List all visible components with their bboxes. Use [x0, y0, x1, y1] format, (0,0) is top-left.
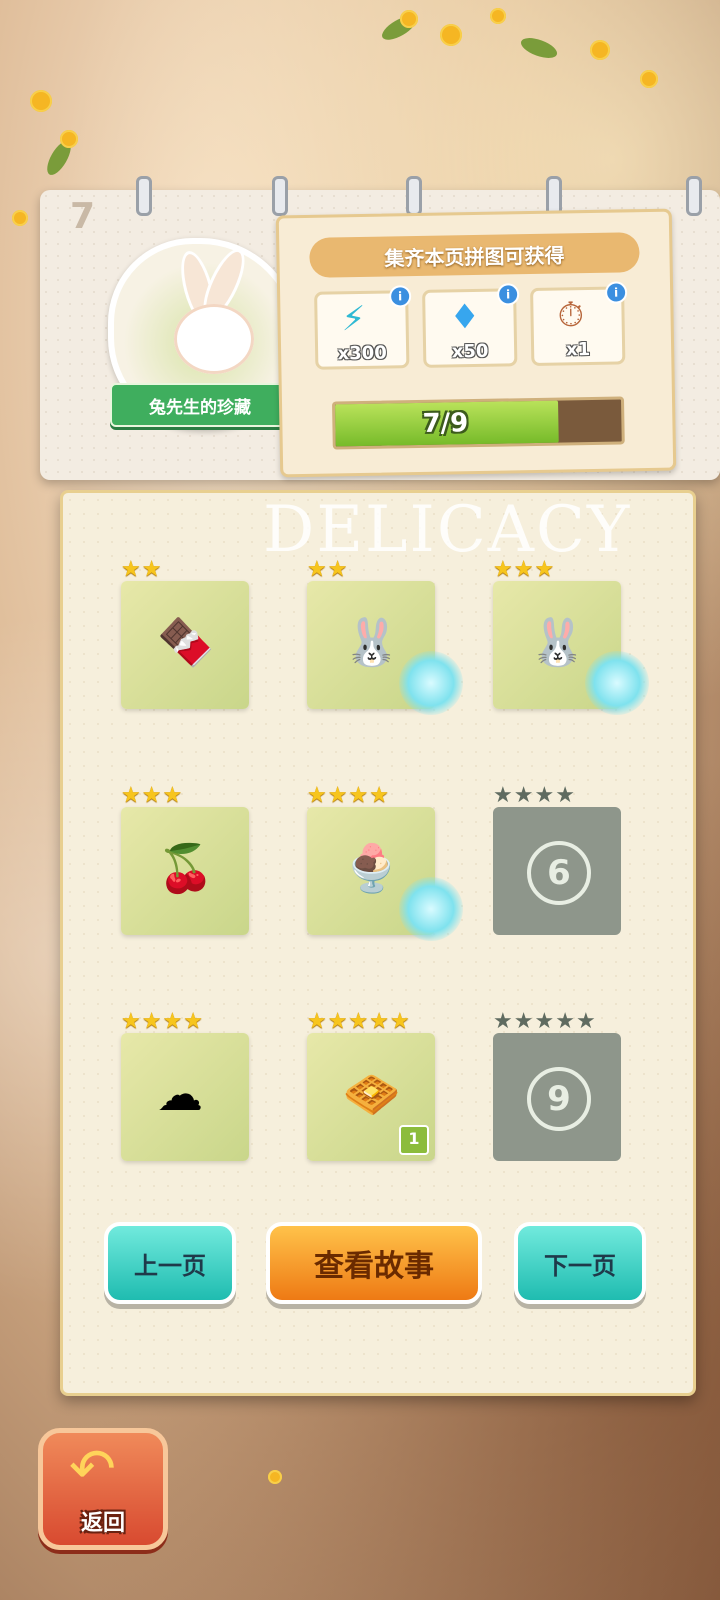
collection-title: 兔先生的珍藏: [110, 383, 290, 427]
reward-list: ⚡ i x300 ♦ i x50 ⏱ i x1: [314, 281, 628, 370]
next-page-button[interactable]: 下一页: [514, 1222, 646, 1304]
star-icon: ★: [141, 783, 162, 808]
diamond-icon: ♦: [449, 296, 481, 338]
star-rating: ★ ★ ★ ★ ★: [493, 1011, 596, 1033]
star-icon: ★: [555, 783, 575, 808]
star-icon: ★: [141, 1009, 162, 1034]
energy-bolt-icon: ⚡: [341, 298, 366, 340]
puzzle-grid: ★ ★ 🍫 ★ ★ 🐰 ★ ★ ★ 🐰 ★ ★ ★ 🍒 ★ ★ ★ ★ 🍨 ★ ★ ★ ★ 6 ★ ★ ★ ★ ☁ ★ ★ ★ ★ ★ 🧇 1 ★ ★ ★ ★…: [121, 557, 649, 1177]
star-icon: ★: [534, 557, 555, 582]
puzzle-piece[interactable]: ★ ★ ★ ★ ☁: [121, 1011, 249, 1161]
star-icon: ★: [369, 783, 389, 808]
puzzle-piece[interactable]: ★ ★ ★ ★ ★ 9: [493, 1011, 621, 1161]
star-icon: ★: [555, 1009, 575, 1034]
star-rating: ★ ★ ★ ★: [493, 785, 575, 807]
star-icon: ★: [162, 1009, 183, 1034]
reward-diamond[interactable]: ♦ i x50: [422, 283, 520, 368]
star-icon: ★: [121, 557, 141, 582]
collection-header-card: 7 兔先生的珍藏 集齐本页拼图可获得 ⚡ i x300 ♦ i x50 ⏱ i: [40, 176, 720, 480]
star-icon: ★: [534, 783, 555, 808]
collection-badge: 兔先生的珍藏: [98, 238, 300, 438]
star-icon: ★: [493, 557, 513, 582]
star-icon: ★: [327, 557, 348, 582]
progress-text: 7/9: [422, 408, 469, 439]
star-rating: ★ ★: [307, 559, 347, 581]
piece-artwork: 🍫: [157, 615, 215, 669]
page-watermark: DELICACY: [263, 493, 632, 567]
bunny-icon: [174, 304, 254, 374]
info-icon[interactable]: i: [388, 285, 412, 308]
puzzle-piece[interactable]: ★ ★ ★ ★ 6: [493, 785, 621, 935]
view-story-button[interactable]: 查看故事: [266, 1222, 482, 1304]
star-rating: ★ ★ ★: [493, 559, 554, 581]
star-icon: ★: [534, 1009, 555, 1034]
star-icon: ★: [121, 1009, 141, 1034]
star-icon: ★: [327, 1009, 348, 1034]
puzzle-piece[interactable]: ★ ★ ★ ★ ★ 🧇 1: [307, 1011, 435, 1161]
reward-panel: 集齐本页拼图可获得 ⚡ i x300 ♦ i x50 ⏱ i x1 7/9: [275, 208, 677, 478]
piece-artwork: 🧇: [343, 1067, 401, 1121]
back-button[interactable]: ↶ 返回: [38, 1428, 168, 1550]
info-icon[interactable]: i: [604, 281, 628, 304]
star-icon: ★: [575, 1009, 596, 1034]
collection-progress-bar: 7/9: [331, 396, 625, 450]
locked-piece-number: 9: [527, 1067, 591, 1131]
puzzle-piece[interactable]: ★ ★ ★ ★ 🍨: [307, 785, 463, 941]
piece-artwork: 🐰: [343, 615, 401, 669]
puzzle-piece[interactable]: ★ ★ 🐰: [307, 559, 463, 715]
star-icon: ★: [307, 1009, 327, 1034]
star-rating: ★ ★ ★ ★: [307, 785, 389, 807]
reward-energy[interactable]: ⚡ i x300: [314, 285, 412, 370]
reward-quantity: x300: [337, 342, 387, 365]
star-icon: ★: [493, 783, 513, 808]
star-icon: ★: [348, 1009, 369, 1034]
piece-artwork: 🍨: [343, 841, 401, 895]
stopwatch-icon: ⏱: [557, 295, 585, 336]
info-icon[interactable]: i: [496, 283, 520, 306]
reward-quantity: x1: [565, 339, 591, 361]
reward-stopwatch[interactable]: ⏱ i x1: [530, 281, 628, 367]
piece-artwork: ☁: [157, 1067, 203, 1121]
star-icon: ★: [121, 783, 141, 808]
star-icon: ★: [493, 1009, 513, 1034]
star-icon: ★: [141, 557, 162, 582]
star-icon: ★: [513, 557, 534, 582]
star-icon: ★: [348, 783, 369, 808]
star-rating: ★ ★ ★ ★ ★: [307, 1011, 410, 1033]
star-icon: ★: [162, 783, 183, 808]
star-icon: ★: [307, 783, 327, 808]
star-rating: ★ ★ ★: [121, 785, 182, 807]
star-rating: ★ ★: [121, 559, 161, 581]
piece-artwork: 🍒: [157, 841, 215, 895]
reward-title: 集齐本页拼图可获得: [309, 232, 640, 278]
paw-glow-icon: [399, 651, 463, 715]
puzzle-piece[interactable]: ★ ★ 🍫: [121, 559, 249, 709]
star-icon: ★: [307, 557, 327, 582]
reward-quantity: x50: [451, 340, 489, 363]
page-number: 7: [70, 196, 96, 237]
back-arrow-icon: ↶: [69, 1437, 116, 1502]
star-icon: ★: [183, 1009, 203, 1034]
star-icon: ★: [389, 1009, 410, 1034]
prev-page-button[interactable]: 上一页: [104, 1222, 236, 1304]
star-rating: ★ ★ ★ ★: [121, 1011, 203, 1033]
piece-count-badge: 1: [399, 1125, 429, 1155]
paw-glow-icon: [585, 651, 649, 715]
star-icon: ★: [369, 1009, 389, 1034]
puzzle-piece[interactable]: ★ ★ ★ 🐰: [493, 559, 649, 715]
star-icon: ★: [513, 1009, 534, 1034]
paw-glow-icon: [399, 877, 463, 941]
star-icon: ★: [513, 783, 534, 808]
locked-piece-number: 6: [527, 841, 591, 905]
star-icon: ★: [327, 783, 348, 808]
back-label: 返回: [80, 1511, 125, 1536]
piece-artwork: 🐰: [529, 615, 587, 669]
puzzle-piece[interactable]: ★ ★ ★ 🍒: [121, 785, 249, 935]
